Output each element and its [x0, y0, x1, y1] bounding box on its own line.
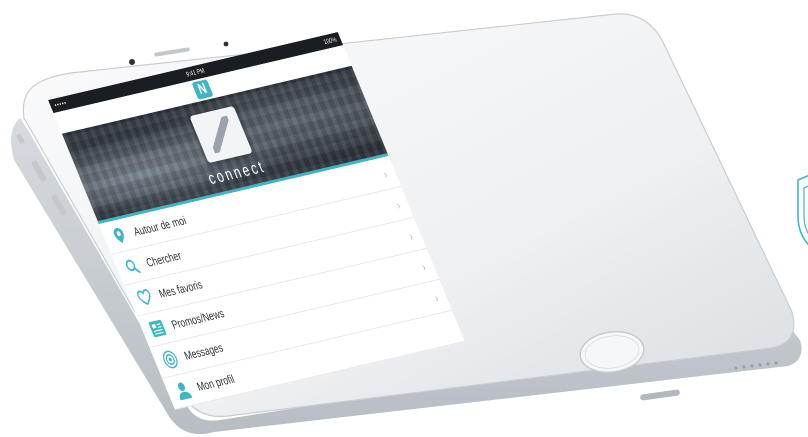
battery-level: 100%	[322, 36, 338, 46]
front-camera-icon	[129, 59, 135, 65]
newspaper-icon	[146, 316, 170, 340]
lightning-port	[640, 389, 680, 401]
carrier-signal: •••••	[53, 99, 69, 109]
speaker-grille	[154, 47, 190, 57]
shield-logo-icon	[797, 174, 808, 246]
app-logo-icon: N	[191, 79, 214, 100]
search-icon	[120, 254, 144, 278]
status-time: 9:41 PM	[185, 67, 206, 79]
heart-icon	[133, 285, 157, 309]
user-icon	[171, 378, 195, 402]
broadcast-icon	[158, 347, 182, 371]
sensor-dot	[223, 41, 229, 47]
location-pin-icon	[108, 223, 132, 247]
